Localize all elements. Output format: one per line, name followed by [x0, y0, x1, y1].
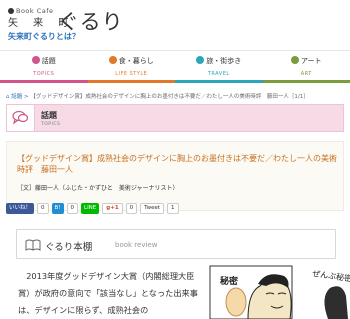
breadcrumb-current: 【グッドデザイン賞】成熟社会のデザインに胸上のお墨付きは不要だ／わたし一人の美術…	[30, 94, 309, 100]
open-book-icon	[25, 239, 41, 251]
book-review-title: ぐるり本棚	[45, 242, 93, 253]
breadcrumb-link-topics[interactable]: 話題	[11, 94, 22, 100]
hatena-bookmark-count: 0	[66, 203, 78, 214]
nav-item-lifestyle[interactable]: 食・暮らし LIFE STYLE	[88, 51, 176, 81]
hatena-bookmark-button[interactable]: B!	[51, 203, 64, 214]
section-title: 話題	[41, 111, 57, 120]
travel-icon	[196, 56, 205, 64]
caricature-illustration: ぜんぶ秘密 秘密	[208, 262, 350, 319]
topics-icon	[31, 56, 40, 64]
cartoon-caption-left: 秘密	[220, 275, 238, 287]
article-title: 【グッドデザイン賞】成熟社会のデザインに胸上のお墨付きは不要だ／わたし一人の美術…	[17, 154, 337, 174]
nav-item-art[interactable]: アート ART	[263, 51, 350, 81]
section-subtitle: TOPICS	[41, 122, 61, 127]
chat-icon	[7, 105, 35, 131]
nav-item-topics[interactable]: 話題 TOPICS	[0, 51, 88, 81]
home-icon[interactable]: ⌂	[6, 94, 10, 100]
google-plus-button[interactable]: g+1	[102, 203, 123, 214]
article-body: 2013年度グッドデザイン大賞（内閣総理大臣賞）が政府の意向で「該当なし」となっ…	[18, 271, 198, 315]
book-review-subtitle: book review	[115, 241, 158, 249]
cartoon-caption-right: ぜんぶ秘密	[312, 268, 350, 283]
about-link[interactable]: 矢来町ぐるりとは？	[8, 31, 80, 42]
google-plus-count: 0	[125, 203, 138, 214]
section-header: 話題 TOPICS	[6, 104, 344, 132]
site-header: Book Cafe 矢 来 町 ぐるり 矢来町ぐるりとは？	[0, 0, 350, 48]
art-icon	[290, 56, 299, 64]
lifestyle-icon	[108, 56, 117, 64]
facebook-like-button[interactable]: いいね！	[6, 203, 35, 214]
breadcrumb: ⌂ 話題 > 【グッドデザイン賞】成熟社会のデザインに胸上のお墨付きは不要だ／わ…	[6, 94, 309, 100]
article-author: ［文］藤田一人（ふじた・かずひと 美術ジャーナリスト）	[17, 185, 179, 192]
article-header: 【グッドデザイン賞】成熟社会のデザインに胸上のお墨付きは不要だ／わたし一人の美術…	[6, 141, 344, 211]
nav-item-travel[interactable]: 旅・街歩き TRAVEL	[175, 51, 263, 81]
tweet-button[interactable]: Tweet	[140, 203, 165, 214]
nav-color-bar	[0, 80, 350, 83]
main-nav: 話題 TOPICS 食・暮らし LIFE STYLE 旅・街歩き TRAVEL …	[0, 50, 350, 82]
book-review-header: ぐるり本棚 book review	[16, 229, 336, 259]
tweet-count: 1	[167, 203, 179, 214]
social-share-bar: いいね！ 0 B! 0 LINE g+1 0 Tweet 1	[6, 203, 179, 214]
facebook-like-count: 0	[37, 203, 49, 214]
line-share-button[interactable]: LINE	[81, 203, 100, 214]
